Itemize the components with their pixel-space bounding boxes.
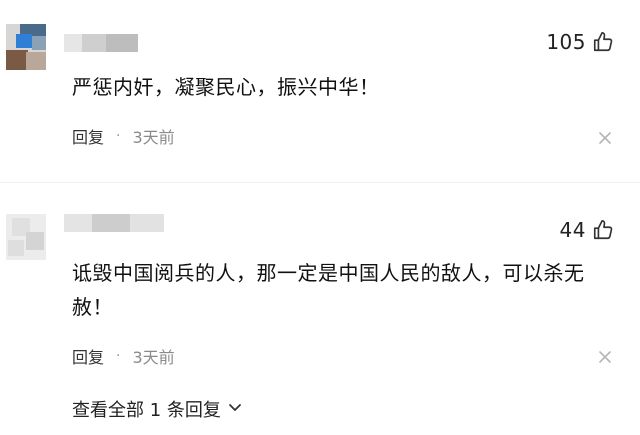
like-button[interactable]: 44 [560,218,614,242]
comment-text: 严惩内奸，凝聚民心，振兴中华！ [72,75,380,99]
chevron-down-icon [221,399,243,420]
close-icon[interactable] [598,349,612,363]
thumbs-up-icon [592,219,614,241]
username-blurred[interactable] [64,34,138,52]
username-blurred[interactable] [64,214,164,232]
reply-button[interactable]: 回复 [72,124,104,148]
comment-meta: 回复 · 3天前 [72,124,175,148]
like-button[interactable]: 105 [546,30,614,54]
separator-dot: · [116,128,121,144]
view-all-replies-label: 查看全部 1 条回复 [72,400,221,421]
reply-button[interactable]: 回复 [72,344,104,368]
like-count: 44 [559,218,586,242]
comment-text: 诋毁中国阅兵的人，那一定是中国人民的敌人，可以杀无赦！ [72,261,585,319]
comment-meta: 回复 · 3天前 [72,344,175,368]
close-icon[interactable] [598,130,612,144]
avatar[interactable] [6,214,46,260]
separator-dot: · [116,348,121,364]
comment-time: 3天前 [132,348,175,367]
avatar[interactable] [6,24,46,70]
like-count: 105 [546,30,586,54]
thumbs-up-icon [592,31,614,53]
comment-time: 3天前 [132,128,175,147]
comment-divider [0,182,640,183]
view-all-replies-link[interactable]: 查看全部 1 条回复 [72,396,243,422]
